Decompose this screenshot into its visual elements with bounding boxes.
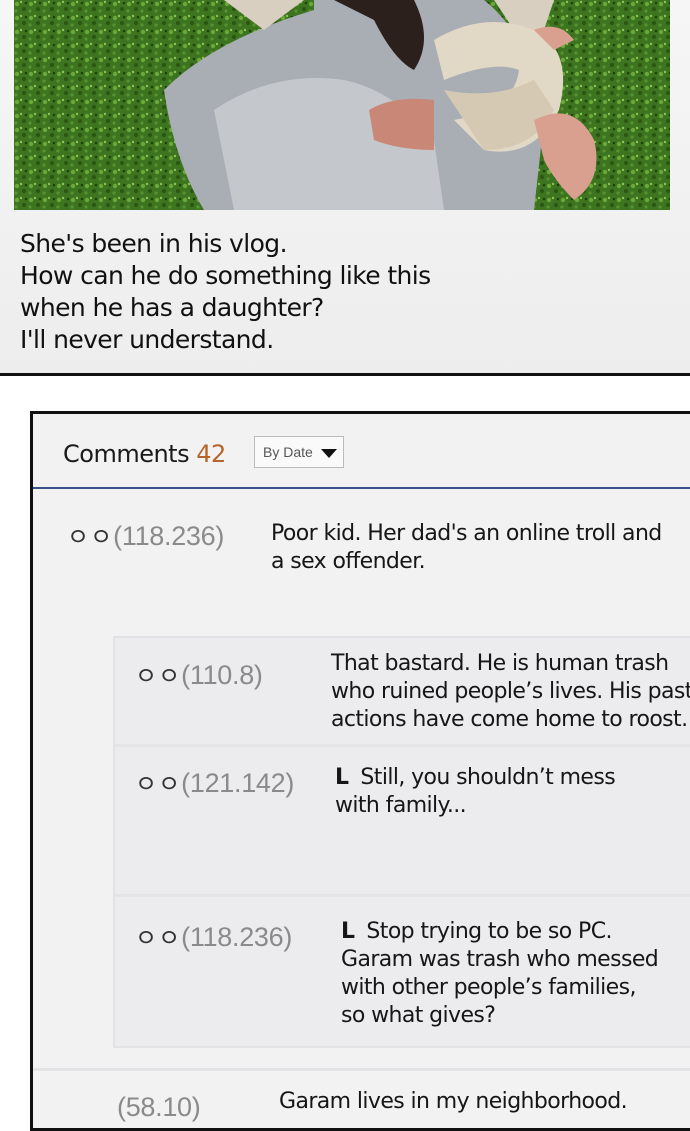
reply-line: with family...: [335, 793, 467, 818]
comment-line: Poor kid. Her dad's an online troll and: [271, 521, 662, 546]
reply-line: who ruined people’s lives. His past: [331, 679, 690, 704]
comment-line: a sex offender.: [271, 549, 426, 574]
comment-line: Garam lives in my neighborhood.: [279, 1089, 628, 1114]
reply-line: L Still, you shouldn’t mess: [335, 765, 616, 790]
sort-dropdown[interactable]: By Date: [254, 436, 344, 468]
caret-down-icon: [321, 449, 337, 458]
reply-arrow-icon: L: [341, 919, 355, 944]
reply-line: That bastard. He is human trash: [331, 651, 669, 676]
reply-line: actions have come home to roost.: [331, 707, 688, 732]
author-prefix: ㅇㅇ: [135, 925, 182, 952]
caption-line: She's been in his vlog.: [20, 229, 288, 258]
author-ip: (118.236): [113, 521, 225, 551]
author-ip: (121.142): [181, 768, 295, 798]
comments-title: Comments 42: [63, 440, 226, 468]
author-ip: (118.236): [181, 922, 293, 952]
comment-author[interactable]: ㅇㅇ(118.236): [67, 517, 224, 552]
author-ip: (110.8): [181, 660, 263, 690]
caption-line: I'll never understand.: [20, 325, 274, 354]
reply-author[interactable]: ㅇㅇ(121.142): [135, 764, 294, 799]
hug-illustration: [14, 0, 670, 210]
reply-arrow-icon: L: [335, 765, 349, 790]
reply-divider: [115, 894, 690, 897]
reply-line: L Stop trying to be so PC.: [341, 919, 612, 944]
comments-panel: Comments 42 By Date ㅇㅇ(118.236) Poor kid…: [30, 411, 690, 1131]
author-prefix: ㅇㅇ: [135, 771, 182, 798]
caption-line: when he has a daughter?: [20, 293, 324, 322]
reply-line: Garam was trash who messed: [341, 947, 659, 972]
reply-body: L Still, you shouldn’t mess with family..…: [335, 764, 616, 820]
author-ip: (58.10): [117, 1092, 201, 1122]
reply-line: so what gives?: [341, 1003, 496, 1028]
replies-box: ㅇㅇ(110.8) That bastard. He is human tras…: [113, 636, 690, 1048]
reply-author[interactable]: ㅇㅇ(118.236): [135, 918, 292, 953]
narration-caption: She's been in his vlog. How can he do so…: [20, 228, 670, 356]
author-prefix: ㅇㅇ: [67, 524, 114, 551]
comic-panel-top: She's been in his vlog. How can he do so…: [0, 0, 690, 376]
reply-author[interactable]: ㅇㅇ(110.8): [135, 656, 263, 691]
comments-count: 42: [196, 440, 226, 468]
comments-header: Comments 42 By Date: [33, 414, 690, 489]
sort-label: By Date: [263, 444, 313, 460]
caption-line: How can he do something like this: [20, 261, 431, 290]
author-prefix: ㅇㅇ: [135, 663, 182, 690]
comment-body: Poor kid. Her dad's an online troll and …: [271, 520, 662, 576]
comment-body: Garam lives in my neighborhood.: [279, 1088, 628, 1116]
comment-author[interactable]: (58.10): [117, 1092, 201, 1123]
reply-body: That bastard. He is human trash who ruin…: [331, 650, 690, 734]
reply-body: L Stop trying to be so PC. Garam was tras…: [341, 918, 659, 1030]
comments-label: Comments: [63, 440, 190, 468]
reply-line: with other people’s families,: [341, 975, 636, 1000]
comment-divider: [33, 1068, 690, 1071]
reply-divider: [115, 744, 690, 747]
